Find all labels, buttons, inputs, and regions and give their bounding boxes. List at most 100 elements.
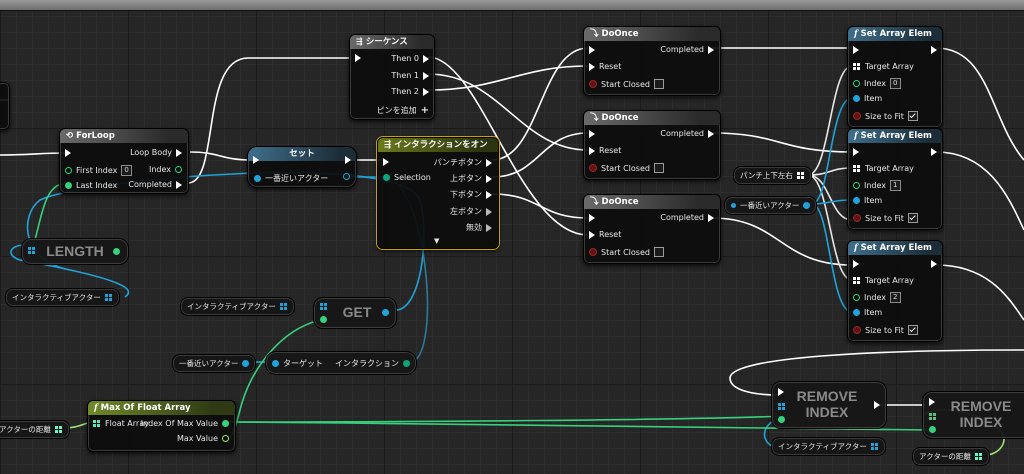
target-array-pin[interactable] <box>853 164 861 173</box>
completed-pin[interactable] <box>708 213 714 222</box>
reset-pin[interactable] <box>589 146 595 155</box>
exec-out-pin[interactable] <box>931 148 937 156</box>
exec-in-pin[interactable] <box>778 388 784 396</box>
max-of-float-array-node[interactable]: f Max Of Float Array Float Array Index Of… <box>87 400 236 452</box>
size-to-fit-pin[interactable] <box>853 112 861 120</box>
interactive-actor-getter-2[interactable]: インタラクティブアクター <box>180 297 295 316</box>
doonce-node-3[interactable]: ⤵ DoOnce Completed Reset Start Closed <box>583 194 721 264</box>
exec-in-pin[interactable] <box>589 46 595 54</box>
item-pin[interactable] <box>853 197 860 204</box>
interactive-actor-getter-3[interactable]: インタラクティブアクター <box>771 437 886 456</box>
output-pin[interactable] <box>343 173 350 180</box>
punch-pin[interactable] <box>486 158 492 167</box>
last-index-pin[interactable] <box>65 182 72 189</box>
exec-out-pin[interactable] <box>345 156 351 164</box>
start-closed-checkbox[interactable] <box>653 247 664 257</box>
float-array-pin[interactable] <box>93 419 101 428</box>
sequence-node[interactable]: ⇶ シーケンス Then 0 Then 1 Then 2 ピンを追加 + <box>349 34 435 120</box>
start-closed-pin[interactable] <box>589 80 597 88</box>
first-index-input[interactable]: 0 <box>121 165 132 176</box>
size-to-fit-checkbox[interactable] <box>907 325 918 335</box>
array-out-pin[interactable] <box>796 171 805 180</box>
item-pin[interactable] <box>853 309 860 316</box>
object-out-pin[interactable] <box>242 360 250 367</box>
max-value-pin[interactable] <box>222 435 229 442</box>
interaction-call-node[interactable]: ターゲット インタラクション <box>265 351 417 375</box>
then2-pin[interactable] <box>423 87 429 96</box>
exec-in-pin[interactable] <box>355 54 361 62</box>
array-out-pin[interactable] <box>870 442 879 451</box>
index-in-pin[interactable] <box>929 426 936 433</box>
then1-pin[interactable] <box>423 71 429 80</box>
length-node[interactable]: LENGTH <box>21 238 129 265</box>
start-closed-pin[interactable] <box>589 164 597 172</box>
index-input[interactable]: 1 <box>890 180 901 191</box>
expand-toggle[interactable]: ▼ <box>434 237 439 245</box>
doonce-node-2[interactable]: ⤵ DoOnce Completed Reset Start Closed <box>583 110 721 180</box>
remove-index-node-2[interactable]: REMOVE INDEX <box>922 391 1024 439</box>
index-pin[interactable] <box>853 182 860 189</box>
target-pin[interactable] <box>272 360 279 367</box>
set-array-elem-node-1[interactable]: f Set Array Elem Target Array Index 0 Item… <box>847 26 943 128</box>
set-variable-node[interactable]: セット 一番近いアクター <box>247 146 357 188</box>
completed-pin[interactable] <box>708 45 714 54</box>
actor-distance-getter-2[interactable]: アクターの距離 <box>912 447 990 466</box>
target-array-pin[interactable] <box>853 276 861 285</box>
index-input[interactable]: 0 <box>890 78 901 89</box>
get-out-pin[interactable] <box>382 309 389 316</box>
completed-pin[interactable] <box>708 129 714 138</box>
punch-dirs-getter[interactable]: パンチ上下左右 <box>733 166 812 185</box>
value-pin[interactable] <box>254 175 261 182</box>
interaction-on-node[interactable]: ⇶ インタラクションをオン パンチボタン Selection 上ボタン 下ボタン… <box>377 137 499 249</box>
reset-pin[interactable] <box>589 62 595 71</box>
array-in-pin[interactable] <box>320 303 328 311</box>
array-in-pin[interactable] <box>929 413 937 421</box>
selection-pin[interactable] <box>383 174 390 181</box>
length-out-pin[interactable] <box>113 248 120 255</box>
doonce-node-1[interactable]: ⤵ DoOnce Completed Reset Start Closed <box>583 26 721 96</box>
item-pin[interactable] <box>853 95 860 102</box>
array-in-pin[interactable] <box>778 403 786 411</box>
index-in-pin[interactable] <box>778 416 785 423</box>
array-out-pin[interactable] <box>974 452 983 461</box>
index-input[interactable]: 2 <box>890 292 901 303</box>
nearest-actor-getter-2[interactable]: 一番近いアクター <box>724 196 818 215</box>
object-out-pin[interactable] <box>803 202 811 209</box>
interaction-out-pin[interactable] <box>403 360 410 367</box>
exec-out-pin[interactable] <box>931 46 937 54</box>
interactive-actor-getter-1[interactable]: インタラクティブアクター <box>5 288 120 307</box>
index-pin[interactable] <box>853 294 860 301</box>
exec-in-pin[interactable] <box>589 214 595 222</box>
index-pin[interactable] <box>175 166 182 173</box>
exec-in-pin[interactable] <box>65 149 71 157</box>
first-index-pin[interactable] <box>65 167 72 174</box>
exec-in-pin[interactable] <box>253 156 259 164</box>
add-pin-button[interactable]: ピンを追加 + <box>377 105 429 116</box>
start-closed-checkbox[interactable] <box>653 79 664 89</box>
disabled-pin[interactable] <box>486 223 492 232</box>
exec-in-pin[interactable] <box>929 398 935 406</box>
completed-pin[interactable] <box>176 180 182 189</box>
offscreen-node[interactable] <box>0 82 10 130</box>
exec-in-pin[interactable] <box>853 260 859 268</box>
exec-in-pin[interactable] <box>853 148 859 156</box>
remove-index-node-1[interactable]: REMOVE INDEX <box>771 381 887 429</box>
get-node[interactable]: GET <box>313 297 397 329</box>
size-to-fit-pin[interactable] <box>853 326 861 334</box>
forloop-node[interactable]: ⟲ ForLoop Loop Body First Index 0 Index L… <box>59 128 189 194</box>
index-in-pin[interactable] <box>320 316 327 323</box>
exec-in-pin[interactable] <box>383 158 389 166</box>
array-in-pin[interactable] <box>28 247 36 255</box>
exec-out-pin[interactable] <box>931 260 937 268</box>
index-of-max-pin[interactable] <box>222 420 229 427</box>
target-array-pin[interactable] <box>853 62 861 71</box>
array-out-pin[interactable] <box>54 425 63 434</box>
exec-in-pin[interactable] <box>853 46 859 54</box>
array-out-pin[interactable] <box>104 293 113 302</box>
exec-out-pin[interactable] <box>874 401 880 409</box>
nearest-actor-getter-1[interactable]: 一番近いアクター <box>172 354 257 373</box>
loop-body-pin[interactable] <box>176 148 182 157</box>
then0-pin[interactable] <box>423 54 429 63</box>
start-closed-checkbox[interactable] <box>653 163 664 173</box>
up-pin[interactable] <box>486 174 492 183</box>
